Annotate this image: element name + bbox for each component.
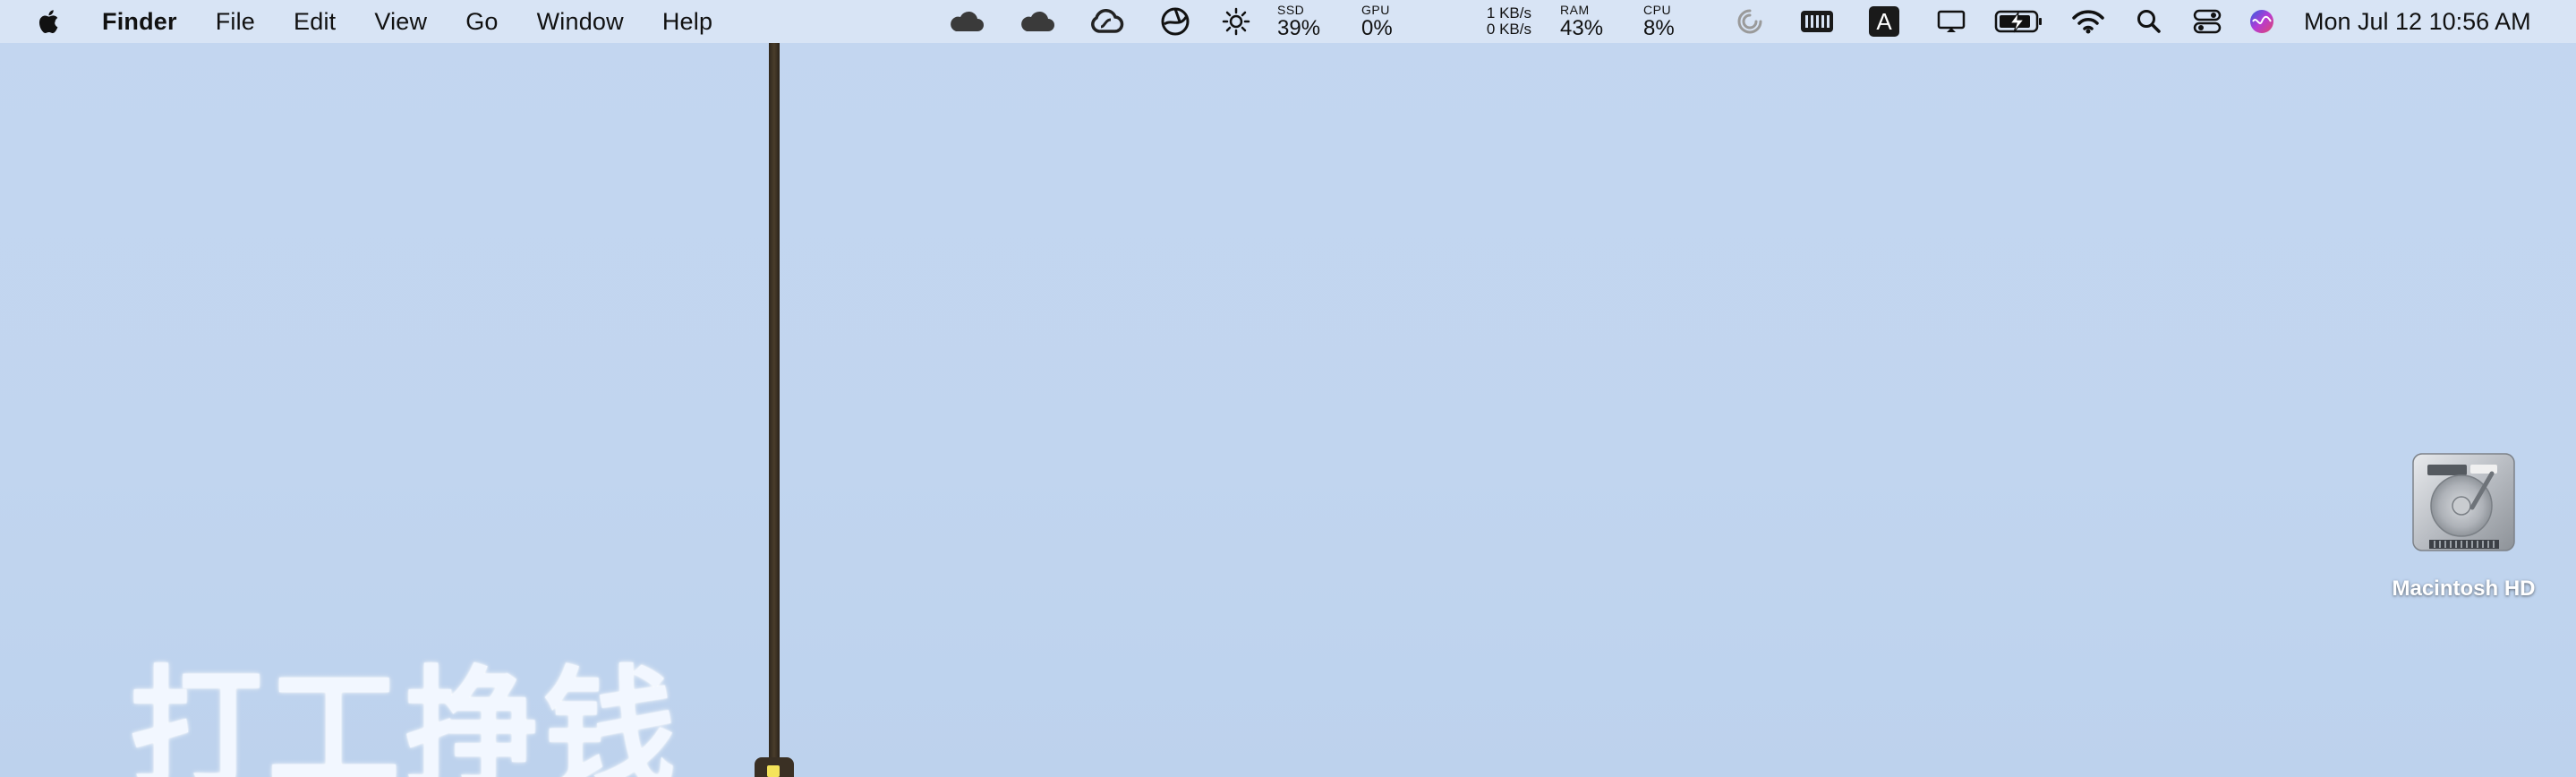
menu-window[interactable]: Window [537, 8, 624, 36]
ram-label: RAM [1560, 3, 1590, 17]
ssd-usage[interactable]: SSD 39% [1277, 4, 1320, 39]
gpu-usage[interactable]: GPU 0% [1361, 4, 1393, 39]
wallpaper-slogan: 打工挣钱 [130, 653, 681, 777]
ssd-label: SSD [1277, 3, 1305, 17]
menu-help[interactable]: Help [662, 8, 712, 36]
control-center-icon[interactable] [2191, 0, 2223, 43]
hard-drive-icon[interactable] [2408, 452, 2520, 555]
ram-value: 43% [1560, 16, 1604, 40]
desktop[interactable]: Finder File Edit View Go Window Help SSD… [0, 0, 2576, 777]
menu-bar: Finder File Edit View Go Window Help SSD… [0, 0, 2576, 43]
input-source-letter: A [1869, 6, 1899, 37]
hanging-cord [769, 43, 780, 759]
gpu-label: GPU [1361, 3, 1390, 17]
creative-cloud-icon[interactable] [1087, 0, 1126, 43]
cpu-label: CPU [1643, 3, 1672, 17]
menu-edit[interactable]: Edit [294, 8, 336, 36]
hard-drive-label[interactable]: Macintosh HD [2381, 576, 2546, 602]
spiral-icon[interactable] [1732, 0, 1768, 43]
cpu-value: 8% [1643, 16, 1675, 40]
battery-meter-icon[interactable] [1799, 0, 1835, 43]
input-source-icon[interactable]: A [1868, 0, 1900, 43]
menu-view[interactable]: View [374, 8, 427, 36]
wifi-icon[interactable] [2070, 0, 2106, 43]
cord-light-indicator [767, 765, 780, 777]
battery-charging-icon[interactable] [1992, 0, 2046, 43]
apple-logo-icon[interactable] [38, 7, 63, 36]
spotlight-search-icon[interactable] [2133, 0, 2165, 43]
network-upload: 1 KB/s [1486, 4, 1531, 21]
ssd-value: 39% [1277, 16, 1321, 40]
cloud-icon[interactable] [1017, 0, 1056, 43]
brightness-icon[interactable] [1218, 0, 1254, 43]
menu-clock[interactable]: Mon Jul 12 10:56 AM [2304, 0, 2531, 43]
cloud-icon[interactable] [946, 0, 985, 43]
menu-go[interactable]: Go [465, 8, 498, 36]
network-download: 0 KB/s [1486, 20, 1531, 38]
siri-icon[interactable] [2246, 0, 2278, 43]
ram-usage[interactable]: RAM 43% [1560, 4, 1603, 39]
menu-file[interactable]: File [216, 8, 255, 36]
vpn-globe-icon[interactable] [1157, 0, 1193, 43]
network-speed[interactable]: 1 KB/s 0 KB/s [1475, 5, 1531, 38]
gpu-value: 0% [1361, 16, 1393, 40]
menu-finder[interactable]: Finder [102, 8, 177, 36]
display-icon[interactable] [1933, 0, 1969, 43]
cpu-usage[interactable]: CPU 8% [1643, 4, 1675, 39]
